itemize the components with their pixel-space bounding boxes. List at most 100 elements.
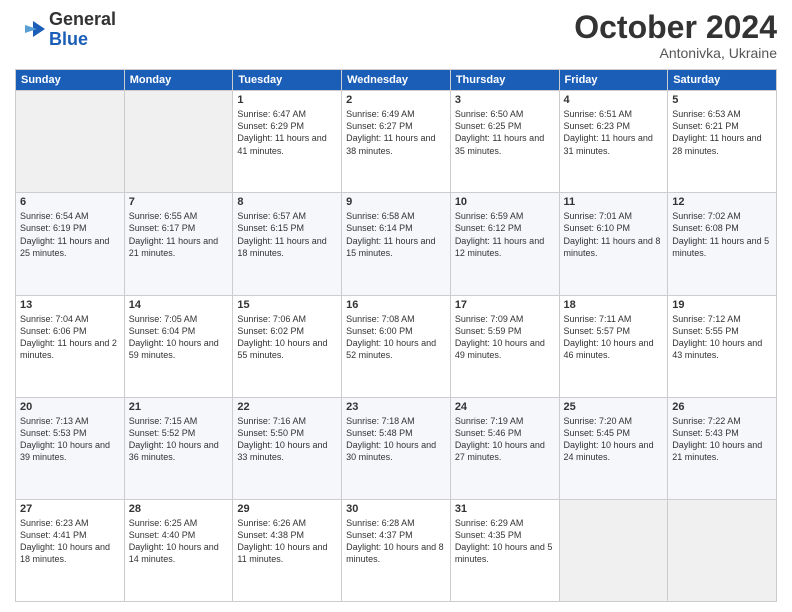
calendar-table: SundayMondayTuesdayWednesdayThursdayFrid…	[15, 69, 777, 602]
day-number: 8	[237, 196, 337, 208]
day-number: 19	[672, 299, 772, 311]
calendar-day-cell: 10 Sunrise: 6:59 AMSunset: 6:12 PMDaylig…	[450, 193, 559, 295]
day-info: Sunrise: 7:18 AMSunset: 5:48 PMDaylight:…	[346, 415, 446, 464]
day-number: 7	[129, 196, 229, 208]
calendar-day-cell	[124, 91, 233, 193]
calendar-day-cell: 27 Sunrise: 6:23 AMSunset: 4:41 PMDaylig…	[16, 499, 125, 601]
day-number: 27	[20, 503, 120, 515]
day-info: Sunrise: 7:20 AMSunset: 5:45 PMDaylight:…	[564, 415, 664, 464]
calendar-day-cell: 29 Sunrise: 6:26 AMSunset: 4:38 PMDaylig…	[233, 499, 342, 601]
day-info: Sunrise: 7:06 AMSunset: 6:02 PMDaylight:…	[237, 313, 337, 362]
calendar-day-cell: 31 Sunrise: 6:29 AMSunset: 4:35 PMDaylig…	[450, 499, 559, 601]
calendar-day-cell	[16, 91, 125, 193]
calendar-header-row: SundayMondayTuesdayWednesdayThursdayFrid…	[16, 70, 777, 91]
calendar-day-cell: 28 Sunrise: 6:25 AMSunset: 4:40 PMDaylig…	[124, 499, 233, 601]
day-info: Sunrise: 7:13 AMSunset: 5:53 PMDaylight:…	[20, 415, 120, 464]
calendar-day-cell: 24 Sunrise: 7:19 AMSunset: 5:46 PMDaylig…	[450, 397, 559, 499]
day-info: Sunrise: 7:16 AMSunset: 5:50 PMDaylight:…	[237, 415, 337, 464]
calendar-day-cell: 21 Sunrise: 7:15 AMSunset: 5:52 PMDaylig…	[124, 397, 233, 499]
day-number: 30	[346, 503, 446, 515]
calendar-day-cell: 3 Sunrise: 6:50 AMSunset: 6:25 PMDayligh…	[450, 91, 559, 193]
day-number: 12	[672, 196, 772, 208]
day-number: 15	[237, 299, 337, 311]
calendar-day-cell: 6 Sunrise: 6:54 AMSunset: 6:19 PMDayligh…	[16, 193, 125, 295]
weekday-header: Saturday	[668, 70, 777, 91]
calendar-day-cell: 22 Sunrise: 7:16 AMSunset: 5:50 PMDaylig…	[233, 397, 342, 499]
calendar-day-cell: 17 Sunrise: 7:09 AMSunset: 5:59 PMDaylig…	[450, 295, 559, 397]
calendar-day-cell: 12 Sunrise: 7:02 AMSunset: 6:08 PMDaylig…	[668, 193, 777, 295]
logo-general: General	[49, 9, 116, 29]
calendar-day-cell: 23 Sunrise: 7:18 AMSunset: 5:48 PMDaylig…	[342, 397, 451, 499]
day-info: Sunrise: 6:23 AMSunset: 4:41 PMDaylight:…	[20, 517, 120, 566]
page-header: General Blue October 2024 Antonivka, Ukr…	[15, 10, 777, 61]
day-number: 25	[564, 401, 664, 413]
calendar-day-cell	[559, 499, 668, 601]
calendar-day-cell: 5 Sunrise: 6:53 AMSunset: 6:21 PMDayligh…	[668, 91, 777, 193]
day-number: 28	[129, 503, 229, 515]
calendar-week-row: 6 Sunrise: 6:54 AMSunset: 6:19 PMDayligh…	[16, 193, 777, 295]
calendar-day-cell: 26 Sunrise: 7:22 AMSunset: 5:43 PMDaylig…	[668, 397, 777, 499]
day-number: 31	[455, 503, 555, 515]
day-info: Sunrise: 6:55 AMSunset: 6:17 PMDaylight:…	[129, 210, 229, 259]
weekday-header: Monday	[124, 70, 233, 91]
calendar-week-row: 13 Sunrise: 7:04 AMSunset: 6:06 PMDaylig…	[16, 295, 777, 397]
calendar-day-cell: 7 Sunrise: 6:55 AMSunset: 6:17 PMDayligh…	[124, 193, 233, 295]
day-number: 29	[237, 503, 337, 515]
location-subtitle: Antonivka, Ukraine	[574, 45, 777, 61]
day-info: Sunrise: 6:50 AMSunset: 6:25 PMDaylight:…	[455, 108, 555, 157]
day-info: Sunrise: 6:57 AMSunset: 6:15 PMDaylight:…	[237, 210, 337, 259]
day-info: Sunrise: 6:58 AMSunset: 6:14 PMDaylight:…	[346, 210, 446, 259]
weekday-header: Sunday	[16, 70, 125, 91]
day-info: Sunrise: 6:49 AMSunset: 6:27 PMDaylight:…	[346, 108, 446, 157]
day-number: 5	[672, 94, 772, 106]
calendar-week-row: 1 Sunrise: 6:47 AMSunset: 6:29 PMDayligh…	[16, 91, 777, 193]
day-number: 20	[20, 401, 120, 413]
calendar-week-row: 27 Sunrise: 6:23 AMSunset: 4:41 PMDaylig…	[16, 499, 777, 601]
day-number: 4	[564, 94, 664, 106]
day-info: Sunrise: 7:05 AMSunset: 6:04 PMDaylight:…	[129, 313, 229, 362]
logo-blue: Blue	[49, 29, 88, 49]
day-info: Sunrise: 7:09 AMSunset: 5:59 PMDaylight:…	[455, 313, 555, 362]
calendar-day-cell: 19 Sunrise: 7:12 AMSunset: 5:55 PMDaylig…	[668, 295, 777, 397]
weekday-header: Wednesday	[342, 70, 451, 91]
day-info: Sunrise: 7:12 AMSunset: 5:55 PMDaylight:…	[672, 313, 772, 362]
day-number: 17	[455, 299, 555, 311]
day-number: 11	[564, 196, 664, 208]
title-section: October 2024 Antonivka, Ukraine	[574, 10, 777, 61]
month-title: October 2024	[574, 10, 777, 45]
logo-icon	[15, 19, 45, 41]
day-info: Sunrise: 6:53 AMSunset: 6:21 PMDaylight:…	[672, 108, 772, 157]
weekday-header: Tuesday	[233, 70, 342, 91]
day-number: 1	[237, 94, 337, 106]
weekday-header: Friday	[559, 70, 668, 91]
logo: General Blue	[15, 10, 116, 50]
day-info: Sunrise: 6:47 AMSunset: 6:29 PMDaylight:…	[237, 108, 337, 157]
day-info: Sunrise: 7:04 AMSunset: 6:06 PMDaylight:…	[20, 313, 120, 362]
day-number: 10	[455, 196, 555, 208]
day-number: 24	[455, 401, 555, 413]
day-info: Sunrise: 6:54 AMSunset: 6:19 PMDaylight:…	[20, 210, 120, 259]
day-info: Sunrise: 6:59 AMSunset: 6:12 PMDaylight:…	[455, 210, 555, 259]
day-number: 22	[237, 401, 337, 413]
day-info: Sunrise: 7:11 AMSunset: 5:57 PMDaylight:…	[564, 313, 664, 362]
day-number: 26	[672, 401, 772, 413]
day-info: Sunrise: 7:19 AMSunset: 5:46 PMDaylight:…	[455, 415, 555, 464]
day-info: Sunrise: 7:15 AMSunset: 5:52 PMDaylight:…	[129, 415, 229, 464]
day-info: Sunrise: 7:01 AMSunset: 6:10 PMDaylight:…	[564, 210, 664, 259]
day-info: Sunrise: 6:26 AMSunset: 4:38 PMDaylight:…	[237, 517, 337, 566]
day-info: Sunrise: 6:51 AMSunset: 6:23 PMDaylight:…	[564, 108, 664, 157]
calendar-day-cell: 9 Sunrise: 6:58 AMSunset: 6:14 PMDayligh…	[342, 193, 451, 295]
day-number: 13	[20, 299, 120, 311]
calendar-week-row: 20 Sunrise: 7:13 AMSunset: 5:53 PMDaylig…	[16, 397, 777, 499]
calendar-day-cell	[668, 499, 777, 601]
day-number: 3	[455, 94, 555, 106]
calendar-day-cell: 18 Sunrise: 7:11 AMSunset: 5:57 PMDaylig…	[559, 295, 668, 397]
weekday-header: Thursday	[450, 70, 559, 91]
day-number: 18	[564, 299, 664, 311]
day-number: 2	[346, 94, 446, 106]
calendar-day-cell: 14 Sunrise: 7:05 AMSunset: 6:04 PMDaylig…	[124, 295, 233, 397]
day-info: Sunrise: 6:25 AMSunset: 4:40 PMDaylight:…	[129, 517, 229, 566]
day-info: Sunrise: 7:08 AMSunset: 6:00 PMDaylight:…	[346, 313, 446, 362]
day-number: 21	[129, 401, 229, 413]
day-number: 14	[129, 299, 229, 311]
